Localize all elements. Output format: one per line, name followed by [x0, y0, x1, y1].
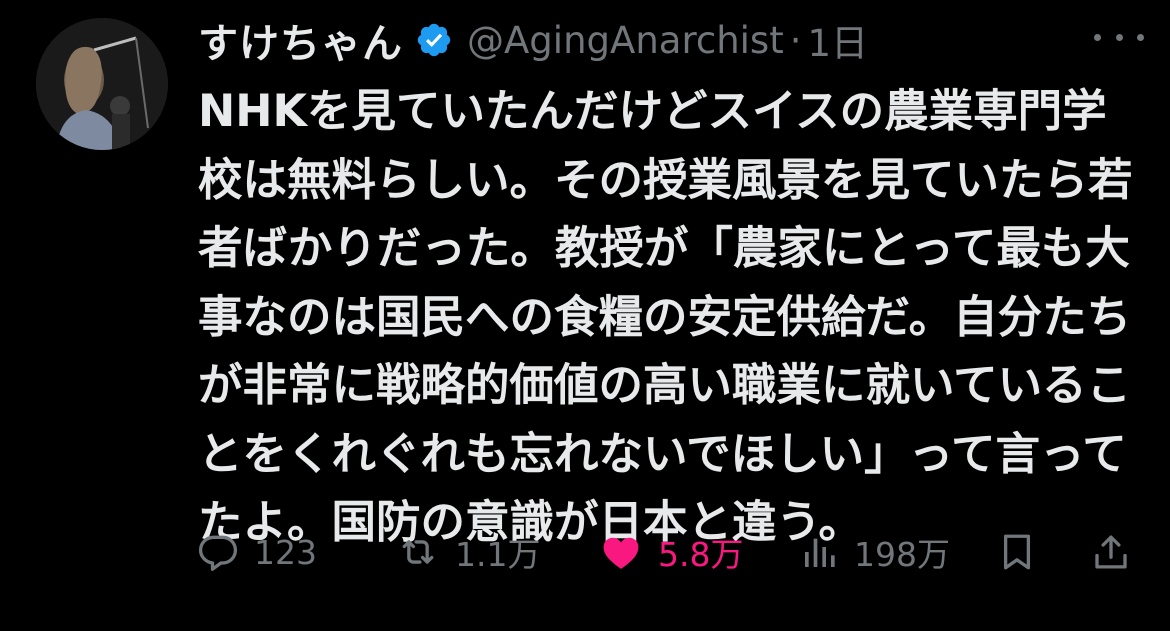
tweet-text-line: NHKを見ていたんだけどスイスの農業専門学 — [198, 86, 1107, 137]
tweet-text: NHKを見ていたんだけどスイスの農業専門学 校は無料らしい。その授業風景を見てい… — [198, 78, 1148, 558]
header-separator: · — [789, 18, 802, 62]
views-icon — [805, 538, 835, 567]
tweet[interactable]: すけちゃん @AgingAnarchist · 1日 NHKを見ていたんだけどス… — [0, 0, 1170, 631]
views-button[interactable]: 198万 — [800, 520, 950, 584]
avatar-image — [36, 18, 168, 150]
reply-count: 123 — [254, 532, 317, 572]
like-count: 5.8万 — [658, 535, 744, 574]
more-options-icon[interactable] — [1094, 22, 1144, 52]
like-button[interactable]: 5.8万 — [598, 520, 743, 584]
display-name[interactable]: すけちゃん — [198, 11, 403, 69]
tweet-text-line: 事なのは国民への食糧の安定供給だ。自分たち — [198, 291, 1132, 343]
retweet-icon — [402, 540, 434, 564]
tweet-text-line: 校は無料らしい。その授業風景を見ていたら若 — [198, 154, 1133, 206]
share-button[interactable] — [1090, 520, 1132, 584]
share-icon — [1095, 535, 1127, 569]
action-bar: 123 1.1万 5.8万 198万 — [0, 520, 1170, 584]
retweet-count: 1.1万 — [455, 535, 541, 574]
retweet-button[interactable]: 1.1万 — [395, 520, 540, 584]
reply-button[interactable]: 123 — [196, 520, 317, 584]
tweet-timestamp[interactable]: 1日 — [807, 13, 868, 67]
user-handle[interactable]: @AgingAnarchist — [467, 19, 784, 62]
avatar[interactable] — [36, 18, 168, 150]
view-count: 198万 — [854, 535, 950, 574]
bookmark-icon — [1003, 534, 1031, 570]
tweet-text-line: が非常に戦略的価値の高い職業に就いているこ — [198, 360, 1132, 411]
tweet-text-line: 者ばかりだった。教授が「農家にとって最も大 — [198, 223, 1130, 274]
heart-icon — [603, 537, 639, 569]
reply-icon — [198, 535, 238, 571]
tweet-header: すけちゃん @AgingAnarchist · 1日 — [198, 10, 868, 70]
bookmark-button[interactable] — [996, 520, 1038, 584]
verified-badge-icon — [415, 21, 453, 59]
tweet-text-line: とをくれぐれも忘れないでほしい」って言って — [198, 428, 1127, 480]
